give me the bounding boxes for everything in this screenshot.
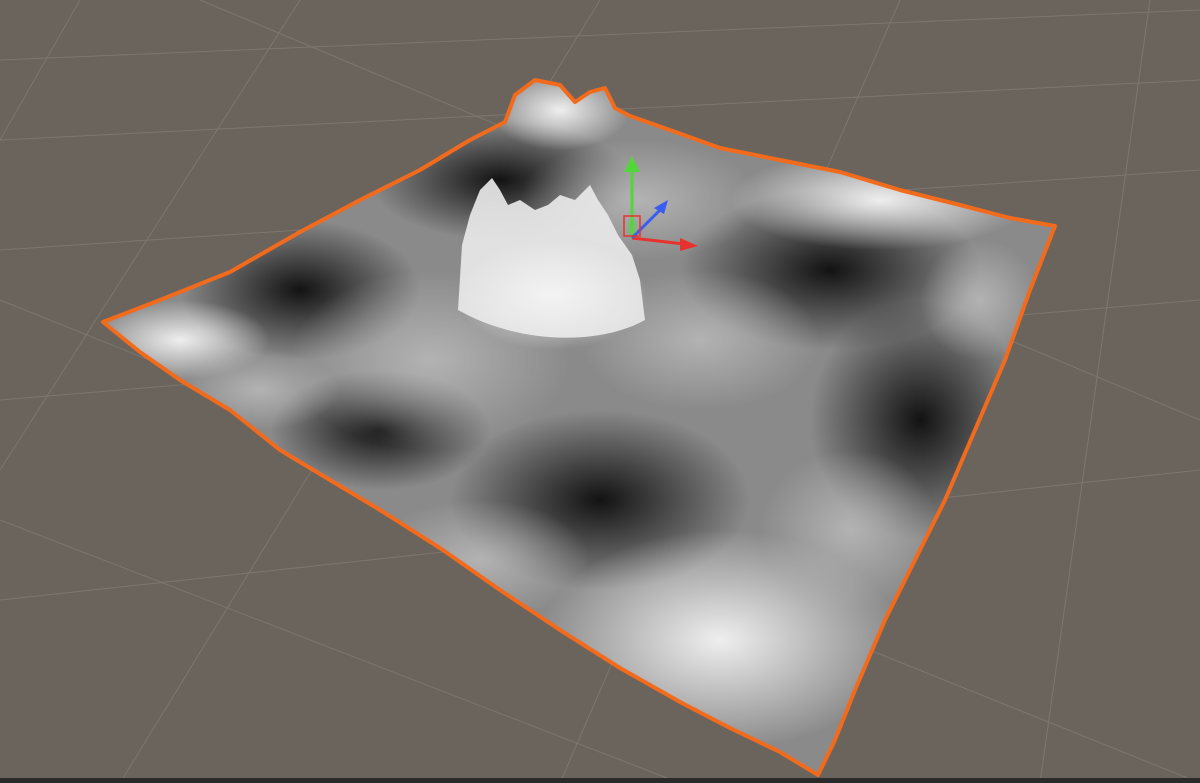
- scene-view[interactable]: [0, 0, 1200, 783]
- scene-canvas[interactable]: [0, 0, 1200, 783]
- viewport-bottom-border: [0, 778, 1200, 783]
- terrain-mesh[interactable]: [0, 0, 1200, 783]
